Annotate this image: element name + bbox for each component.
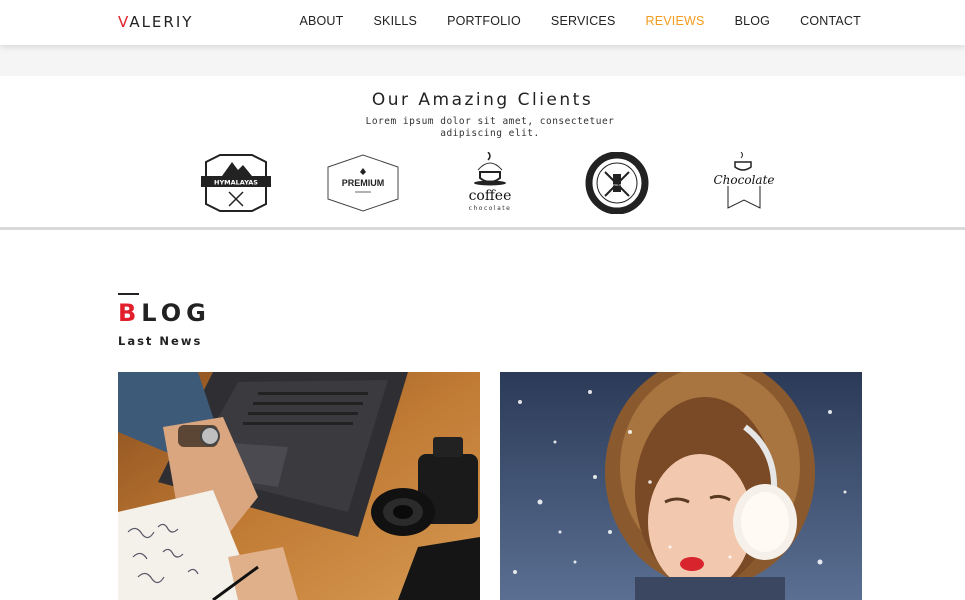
- winter-woman-earmuffs-photo[interactable]: [500, 372, 862, 600]
- himalayas-logo[interactable]: HYMALAYAS: [196, 152, 276, 214]
- nav-blog[interactable]: BLOG: [735, 14, 771, 28]
- clients-title: Our Amazing Clients: [371, 90, 594, 110]
- himalayas-logo-text: HYMALAYAS: [214, 179, 258, 187]
- blog-title-rest: LOG: [141, 299, 211, 327]
- nav-reviews[interactable]: REVIEWS: [646, 14, 705, 28]
- clients-section: Our Amazing Clients Lorem ipsum dolor si…: [0, 76, 965, 230]
- nav-services[interactable]: SERVICES: [551, 14, 616, 28]
- blog-title: BLOG: [118, 299, 211, 327]
- logo-rest: ALERIY: [129, 13, 194, 31]
- chocolate-logo-text: Chocolate: [714, 173, 775, 187]
- minneapolis-logo-text: MINNEAPOLIS BAKED: [601, 183, 633, 187]
- nav-about[interactable]: ABOUT: [299, 14, 343, 28]
- main-menu: ABOUT SKILLS PORTFOLIO SERVICES REVIEWS …: [299, 14, 861, 28]
- blog-subtitle: Last News: [118, 334, 203, 348]
- navbar: VALERIY ABOUT SKILLS PORTFOLIO SERVICES …: [0, 0, 965, 45]
- chocolate-logo[interactable]: Chocolate: [704, 152, 784, 214]
- premium-logo-text: PREMIUM: [342, 178, 385, 188]
- workspace-laptop-camera-photo[interactable]: [118, 372, 480, 600]
- blog-title-initial: B: [118, 299, 142, 327]
- client-logos: HYMALAYAS PREMIUM coffee chocolate MINNE…: [0, 152, 965, 214]
- coffee-logo-text: coffee: [469, 188, 512, 204]
- logo-initial: V: [118, 13, 130, 31]
- nav-contact[interactable]: CONTACT: [800, 14, 861, 28]
- clients-subtitle: Lorem ipsum dolor sit amet, consectetuer…: [365, 116, 615, 139]
- nav-portfolio[interactable]: PORTFOLIO: [447, 14, 521, 28]
- blog-title-accent-line: [118, 293, 139, 295]
- coffee-logo-subtext: chocolate: [469, 205, 512, 212]
- section-divider-band: [0, 45, 965, 76]
- site-logo[interactable]: VALERIY: [118, 13, 193, 31]
- nav-skills[interactable]: SKILLS: [374, 14, 418, 28]
- premium-logo[interactable]: PREMIUM: [323, 152, 403, 214]
- coffee-logo[interactable]: coffee chocolate: [450, 152, 530, 214]
- minneapolis-logo[interactable]: MINNEAPOLIS BAKED: [577, 152, 657, 214]
